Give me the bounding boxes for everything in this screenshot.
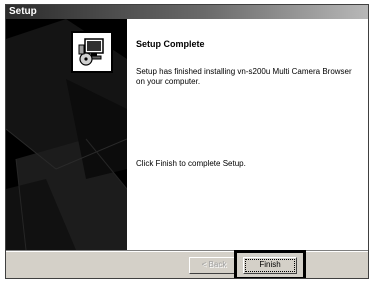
completion-message: Setup has finished installing vn-s200u M… (136, 67, 352, 86)
finish-button[interactable]: Finish (243, 257, 297, 274)
button-divider (6, 250, 368, 252)
finish-instruction: Click Finish to complete Setup. (136, 159, 246, 168)
computer-setup-icon (71, 31, 113, 73)
title-bar[interactable]: Setup (6, 5, 368, 19)
finish-highlight-frame: Finish (234, 250, 306, 278)
side-banner (6, 19, 127, 250)
page-heading: Setup Complete (136, 39, 205, 49)
back-button[interactable]: < Back (189, 257, 239, 274)
content-panel: Setup Complete Setup has finished instal… (127, 19, 368, 250)
setup-dialog: Setup Setup Complete Setup has finished … (5, 4, 369, 279)
